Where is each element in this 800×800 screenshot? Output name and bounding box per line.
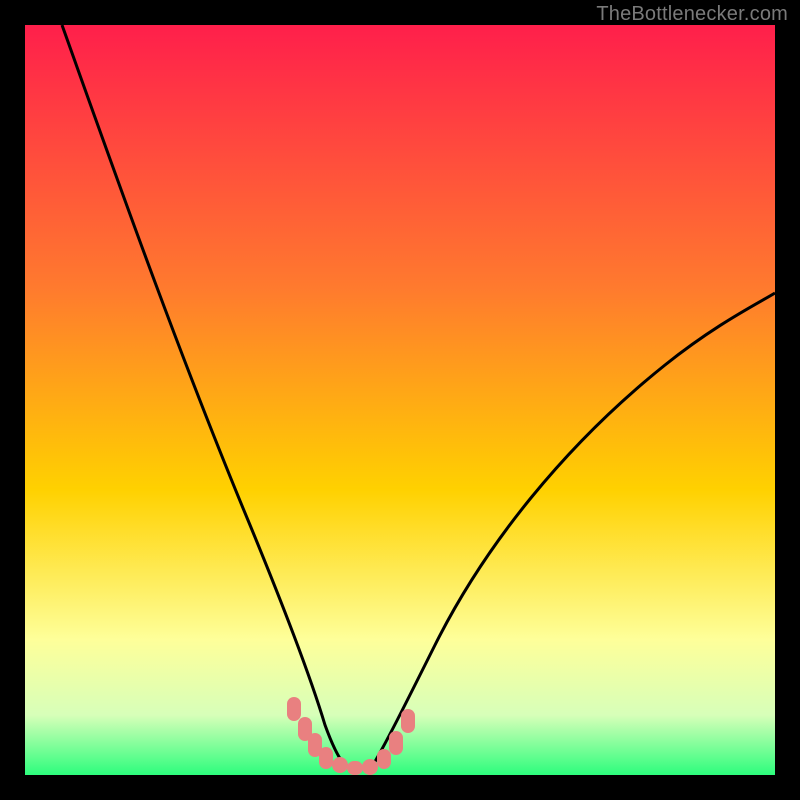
gradient-background xyxy=(25,25,775,775)
marker-dot xyxy=(389,731,403,755)
chart-frame: TheBottlenecker.com xyxy=(0,0,800,800)
marker-dot xyxy=(377,749,391,769)
watermark-text: TheBottlenecker.com xyxy=(596,3,788,26)
marker-dot xyxy=(362,759,378,775)
marker-dot xyxy=(319,747,333,769)
marker-dot xyxy=(401,709,415,733)
marker-dot xyxy=(287,697,301,721)
bottleneck-chart xyxy=(25,25,775,775)
marker-dot xyxy=(332,757,348,773)
marker-dot xyxy=(347,761,363,775)
